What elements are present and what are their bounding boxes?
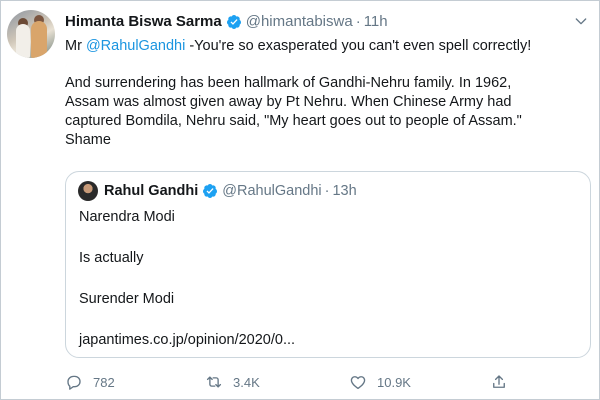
verified-badge-icon bbox=[226, 15, 241, 29]
reply-count: 782 bbox=[93, 374, 115, 390]
reply-icon bbox=[67, 375, 81, 390]
quoted-link[interactable]: japantimes.co.jp/opinion/2020/0... bbox=[79, 331, 579, 350]
tweet-line: captured Bomdila, Nehru said, "My heart … bbox=[65, 113, 522, 129]
author-avatar[interactable] bbox=[7, 10, 55, 58]
retweet-button[interactable]: 3.4K bbox=[205, 373, 260, 391]
separator: · bbox=[324, 183, 330, 199]
retweet-icon bbox=[206, 376, 222, 388]
mention-link[interactable]: @RahulGandhi bbox=[86, 38, 185, 54]
quoted-avatar bbox=[78, 181, 98, 201]
like-button[interactable]: 10.9K bbox=[349, 373, 411, 391]
quoted-line: Surender Modi bbox=[79, 291, 175, 307]
heart-icon bbox=[350, 376, 366, 390]
quoted-header: Rahul Gandhi @RahulGandhi · 13h bbox=[78, 181, 357, 201]
like-count: 10.9K bbox=[377, 374, 411, 390]
quoted-handle: @RahulGandhi bbox=[222, 183, 322, 199]
share-button[interactable] bbox=[490, 373, 518, 391]
tweet-line: And surrendering has been hallmark of Ga… bbox=[65, 75, 512, 91]
verified-badge-icon bbox=[203, 184, 218, 198]
reply-button[interactable]: 782 bbox=[65, 373, 115, 391]
share-icon bbox=[493, 375, 505, 388]
tweet-header: Himanta Biswa Sarma @himantabiswa · 11h bbox=[65, 12, 388, 32]
quoted-timestamp: 13h bbox=[332, 183, 357, 199]
tweet-text: Mr @RahulGandhi -You're so exasperated y… bbox=[65, 37, 591, 150]
action-bar: 782 3.4K 10.9K bbox=[65, 371, 525, 393]
quoted-tweet[interactable]: Rahul Gandhi @RahulGandhi · 13h Narendra… bbox=[65, 171, 591, 358]
text-rest: -You're so exasperated you can't even sp… bbox=[185, 38, 532, 54]
tweet-timestamp[interactable]: 11h bbox=[364, 12, 388, 32]
quoted-line: Narendra Modi bbox=[79, 209, 175, 225]
quoted-text: Narendra Modi Is actually Surender Modi … bbox=[79, 208, 579, 350]
tweet-line: Shame bbox=[65, 132, 111, 148]
tweet-card: Himanta Biswa Sarma @himantabiswa · 11h … bbox=[0, 0, 600, 400]
chevron-down-icon[interactable] bbox=[573, 13, 589, 29]
separator: · bbox=[355, 13, 361, 30]
author-handle[interactable]: @himantabiswa bbox=[246, 12, 353, 32]
author-name[interactable]: Himanta Biswa Sarma bbox=[65, 12, 222, 32]
quoted-author-name: Rahul Gandhi bbox=[104, 183, 199, 199]
tweet-line: Mr @RahulGandhi -You're so exasperated y… bbox=[65, 37, 591, 56]
quoted-line: Is actually bbox=[79, 250, 144, 266]
tweet-line: Assam was almost given away by Pt Nehru.… bbox=[65, 94, 512, 110]
retweet-count: 3.4K bbox=[233, 374, 260, 390]
text-prefix: Mr bbox=[65, 38, 86, 54]
